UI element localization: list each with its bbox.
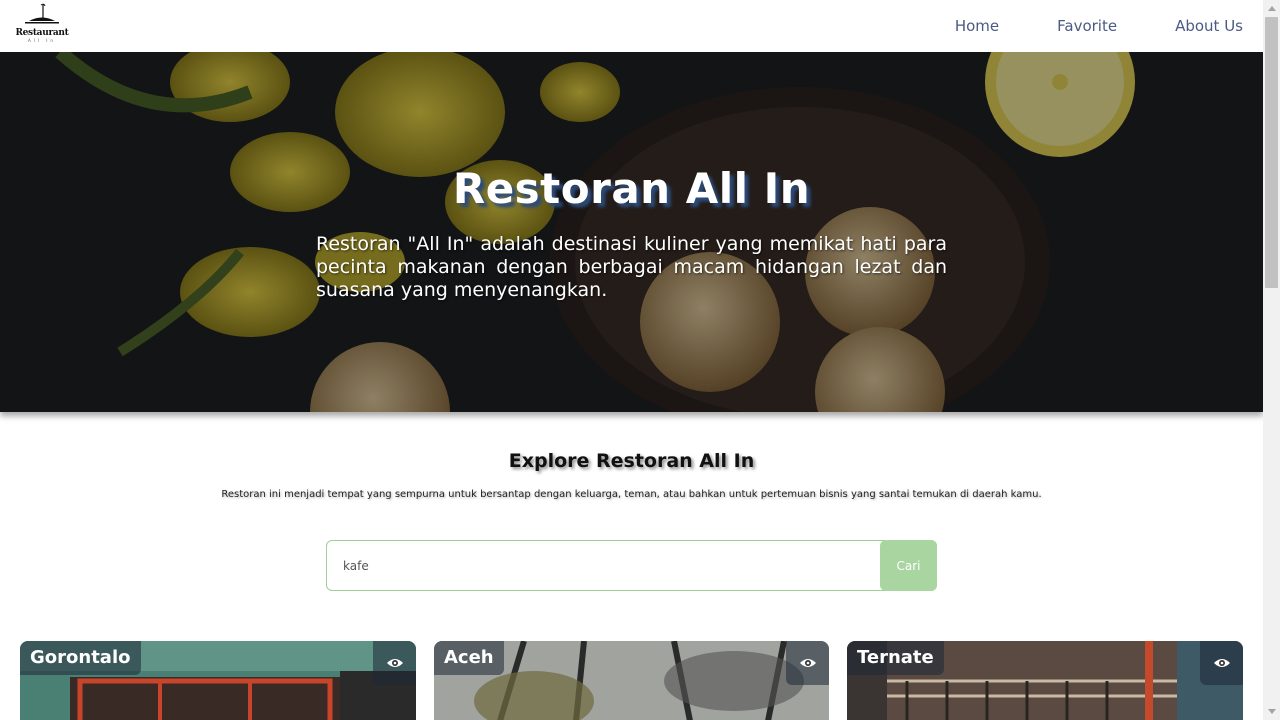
scroll-thumb[interactable] [1265,17,1278,288]
restaurant-card[interactable]: Ternate [847,641,1243,720]
logo-text: Restaurant [15,28,69,38]
caret-down-icon [1267,709,1276,714]
hero-content: Restoran All In Restoran "All In" adalah… [316,164,947,302]
scroll-down-arrow[interactable] [1263,703,1280,720]
hero-description: Restoran "All In" adalah destinasi kulin… [316,233,947,301]
scroll-up-arrow[interactable] [1263,0,1280,17]
search-input[interactable] [343,541,863,590]
search-bar: Cari [326,540,937,591]
card-view-button[interactable] [1200,641,1243,685]
logo-subtext: All In [28,38,56,43]
nav-about-link[interactable]: About Us [1146,0,1243,52]
hero-section: Restoran All In Restoran "All In" adalah… [0,52,1263,412]
card-view-button[interactable] [373,641,416,685]
site-header: Restaurant All In Home Favorite About Us [0,0,1263,52]
restaurant-card[interactable]: Aceh [434,641,829,720]
search-button[interactable]: Cari [880,540,937,591]
card-view-button[interactable] [786,641,829,685]
hero-title: Restoran All In [452,164,811,213]
card-city-label: Ternate [847,641,944,675]
card-city-label: Aceh [434,641,504,675]
restaurant-logo[interactable]: Restaurant All In [15,2,69,48]
explore-title: Explore Restoran All In [508,450,755,472]
explore-description: Restoran ini menjadi tempat yang sempurn… [221,489,1042,500]
caret-up-icon [1267,6,1276,11]
page-scrollbar[interactable] [1263,0,1280,720]
chef-hat-icon [25,3,59,24]
eye-icon [799,659,816,667]
restaurant-card[interactable]: Gorontalo [20,641,416,720]
eye-icon [386,659,403,667]
nav-home-link[interactable]: Home [926,0,1028,52]
eye-icon [1213,659,1230,667]
main-nav: Home Favorite About Us [926,0,1243,52]
nav-favorite-link[interactable]: Favorite [1028,0,1146,52]
card-city-label: Gorontalo [20,641,141,675]
